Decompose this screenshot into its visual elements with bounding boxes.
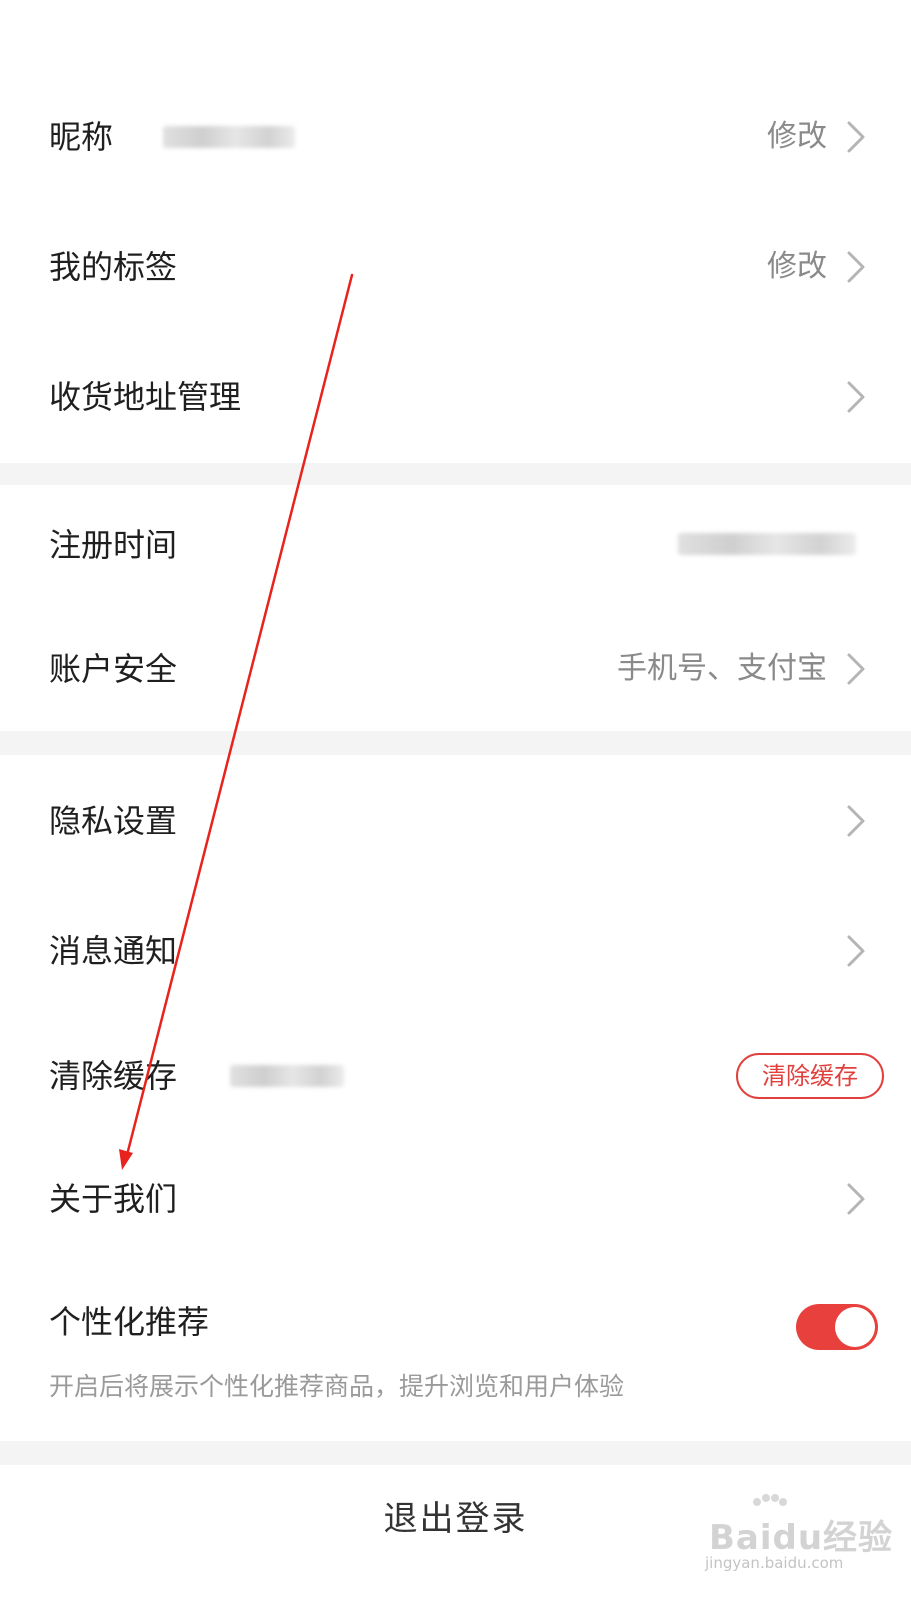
nickname-label: 昵称 bbox=[49, 118, 114, 156]
privacy-row[interactable]: 隐私设置 bbox=[0, 755, 911, 887]
account-security-label: 账户安全 bbox=[49, 650, 178, 688]
nickname-row[interactable]: 昵称 修改 bbox=[0, 72, 911, 202]
personalized-description: 开启后将展示个性化推荐商品，提升浏览和用户体验 bbox=[49, 1372, 625, 1401]
watermark-url: jingyan.baidu.com bbox=[705, 1554, 844, 1572]
chevron-right-icon bbox=[847, 381, 865, 413]
baidu-watermark: Baidu经验 jingyan.baidu.com bbox=[689, 1494, 892, 1580]
address-label: 收货地址管理 bbox=[49, 378, 242, 416]
nickname-value-blurred bbox=[163, 126, 295, 148]
account-section: 注册时间 账户安全 手机号、支付宝 bbox=[0, 485, 911, 731]
chevron-right-icon bbox=[847, 121, 865, 153]
section-divider bbox=[0, 463, 911, 485]
register-time-row: 注册时间 bbox=[0, 485, 911, 607]
section-divider bbox=[0, 731, 911, 755]
personalized-row: 个性化推荐 开启后将展示个性化推荐商品，提升浏览和用户体验 bbox=[0, 1261, 911, 1441]
register-time-label: 注册时间 bbox=[49, 526, 178, 564]
chevron-right-icon bbox=[847, 1183, 865, 1215]
privacy-label: 隐私设置 bbox=[49, 802, 178, 840]
tags-label: 我的标签 bbox=[49, 248, 178, 286]
profile-section: 昵称 修改 我的标签 修改 收货地址管理 bbox=[0, 0, 911, 463]
notifications-label: 消息通知 bbox=[49, 932, 178, 970]
about-row[interactable]: 关于我们 bbox=[0, 1137, 911, 1261]
section-divider bbox=[0, 1441, 911, 1465]
clear-cache-row: 清除缓存 清除缓存 bbox=[0, 1015, 911, 1137]
clear-cache-button[interactable]: 清除缓存 bbox=[736, 1053, 884, 1099]
tags-row[interactable]: 我的标签 修改 bbox=[0, 202, 911, 332]
chevron-right-icon bbox=[847, 935, 865, 967]
clear-cache-label: 清除缓存 bbox=[49, 1057, 178, 1095]
about-label: 关于我们 bbox=[49, 1180, 178, 1218]
chevron-right-icon bbox=[847, 805, 865, 837]
chevron-right-icon bbox=[847, 653, 865, 685]
register-time-value-blurred bbox=[678, 533, 856, 555]
account-security-value: 手机号、支付宝 bbox=[617, 651, 827, 686]
chevron-right-icon bbox=[847, 251, 865, 283]
watermark-brand: Baidu经验 bbox=[709, 1518, 894, 1558]
settings-screen: 昵称 修改 我的标签 修改 收货地址管理 注册时间 账户安全 手机号、支付宝 隐… bbox=[0, 0, 911, 1600]
address-row[interactable]: 收货地址管理 bbox=[0, 332, 911, 463]
settings-section: 隐私设置 消息通知 清除缓存 清除缓存 关于我们 个性化推荐 开启后将展示个性化… bbox=[0, 755, 911, 1441]
toggle-knob bbox=[835, 1307, 875, 1347]
account-security-row[interactable]: 账户安全 手机号、支付宝 bbox=[0, 607, 911, 731]
nickname-edit-label: 修改 bbox=[767, 119, 827, 154]
personalized-label: 个性化推荐 bbox=[49, 1303, 210, 1341]
notifications-row[interactable]: 消息通知 bbox=[0, 887, 911, 1015]
tags-edit-label: 修改 bbox=[767, 249, 827, 284]
cache-size-blurred bbox=[230, 1065, 344, 1087]
personalized-toggle[interactable] bbox=[796, 1304, 878, 1350]
